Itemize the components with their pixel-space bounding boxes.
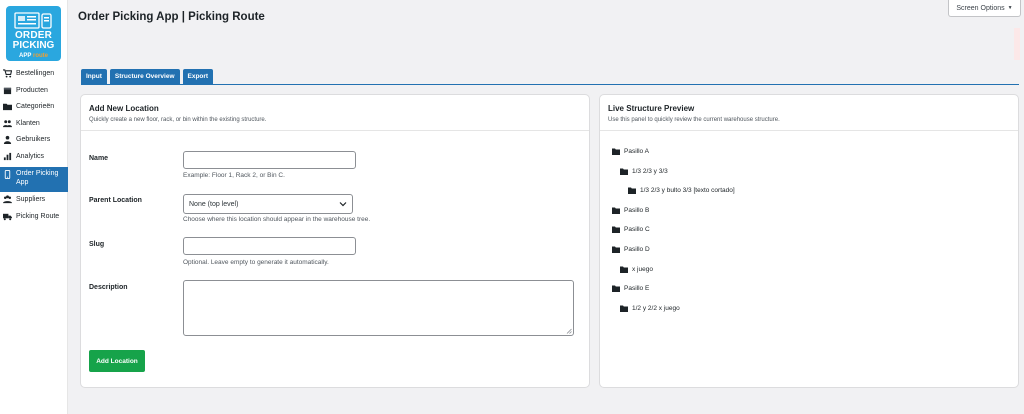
name-input[interactable] bbox=[183, 151, 356, 169]
panel-title: Add New Location bbox=[89, 104, 159, 113]
resize-grip-icon[interactable] bbox=[566, 328, 572, 334]
parent-location-label: Parent Location bbox=[89, 197, 142, 204]
tree-item-label: 1/2 y 2/2 x juego bbox=[632, 304, 680, 312]
menu-label: Suppliers bbox=[16, 196, 46, 203]
screen-options-label: Screen Options bbox=[956, 4, 1005, 12]
parent-location-help: Choose where this location should appear… bbox=[183, 216, 371, 223]
tree-item[interactable]: Pasillo B bbox=[612, 207, 649, 214]
menu-item-bestellingen[interactable]: Bestellingen bbox=[0, 68, 68, 85]
folder-icon bbox=[620, 266, 628, 273]
devices-icon bbox=[14, 12, 52, 29]
menu-item-categorieen[interactable]: Categorieën bbox=[0, 101, 68, 118]
caret-down-icon: ▼ bbox=[1007, 5, 1013, 11]
panel-title: Live Structure Preview bbox=[608, 104, 695, 113]
folder-icon bbox=[620, 168, 628, 175]
menu-item-producten[interactable]: Producten bbox=[0, 85, 68, 102]
parent-location-value: None (top level) bbox=[189, 200, 239, 208]
folder-icon bbox=[612, 148, 620, 155]
tab-export[interactable]: Export bbox=[182, 69, 214, 84]
folder-icon bbox=[3, 102, 12, 111]
logo-line-3: APP route bbox=[18, 53, 48, 59]
add-location-panel: Add New Location Quickly create a new fl… bbox=[80, 94, 590, 388]
tree-item[interactable]: 1/3 2/3 y bulto 3/3 [texto cortado] bbox=[628, 187, 735, 195]
description-textarea[interactable] bbox=[183, 280, 574, 336]
cart-icon bbox=[3, 69, 12, 78]
tree-item[interactable]: Pasillo A bbox=[612, 148, 649, 155]
slug-input[interactable] bbox=[183, 237, 356, 255]
tree-item[interactable]: Pasillo E bbox=[612, 285, 650, 293]
menu-label: Klanten bbox=[16, 119, 40, 127]
tree-item-label: Pasillo D bbox=[624, 246, 650, 253]
tree-item-label: Pasillo B bbox=[624, 206, 650, 214]
phone-icon bbox=[3, 170, 12, 179]
tree-item-label: 1/3 2/3 y 3/3 bbox=[632, 167, 668, 175]
admin-menu: Bestellingen Producten Categorieën Klant… bbox=[0, 68, 68, 227]
folder-icon bbox=[628, 187, 636, 195]
folder-icon bbox=[612, 285, 620, 293]
tab-bar: Input Structure Overview Export bbox=[81, 69, 214, 84]
folder-icon bbox=[620, 305, 628, 312]
menu-label: Order Picking App bbox=[16, 170, 59, 186]
chevron-down-icon bbox=[339, 202, 347, 207]
panel-subtitle: Use this panel to quickly review the cur… bbox=[608, 117, 780, 123]
truck-icon bbox=[3, 212, 12, 221]
menu-label: Categorieën bbox=[16, 103, 55, 110]
tree-item-label: Pasillo C bbox=[624, 226, 650, 234]
tree-item-label: Pasillo E bbox=[624, 285, 650, 293]
screen-options-button[interactable]: Screen Options ▼ bbox=[948, 0, 1021, 17]
menu-item-gebruikers[interactable]: Gebruikers bbox=[0, 134, 68, 151]
tree-item[interactable]: 1/3 2/3 y 3/3 bbox=[620, 168, 668, 175]
slug-help: Optional. Leave empty to generate it aut… bbox=[183, 259, 329, 266]
tree-item[interactable]: Pasillo C bbox=[612, 226, 650, 234]
tab-structure-overview[interactable]: Structure Overview bbox=[109, 69, 180, 84]
tree-item[interactable]: Pasillo D bbox=[612, 246, 650, 253]
app-logo[interactable]: ORDER PICKING APP route bbox=[6, 6, 61, 61]
logo-line-2: PICKING bbox=[12, 40, 55, 51]
panel-header: Live Structure Preview Use this panel to… bbox=[600, 95, 1018, 131]
tree-item-label: Pasillo A bbox=[624, 148, 649, 155]
add-location-button[interactable]: Add Location bbox=[89, 350, 145, 372]
menu-item-analytics[interactable]: Analytics bbox=[0, 151, 68, 168]
tree-item[interactable]: x juego bbox=[620, 266, 653, 273]
menu-item-order-picking-app[interactable]: Order Picking App bbox=[0, 167, 68, 192]
user-icon bbox=[3, 135, 12, 144]
box-icon bbox=[3, 86, 12, 95]
panel-header: Add New Location Quickly create a new fl… bbox=[81, 95, 589, 131]
tree-item-label: x juego bbox=[632, 265, 653, 273]
menu-item-klanten[interactable]: Klanten bbox=[0, 118, 68, 135]
parent-location-select[interactable]: None (top level) bbox=[183, 194, 353, 214]
page-title: Order Picking App | Picking Route bbox=[78, 11, 265, 23]
menu-label: Analytics bbox=[16, 152, 45, 160]
description-label: Description bbox=[89, 284, 128, 291]
folder-icon bbox=[612, 246, 620, 253]
admin-sidebar: ORDER PICKING APP route Bestellingen Pro… bbox=[0, 0, 68, 414]
suppliers-icon bbox=[3, 195, 12, 204]
tree-item-label: 1/3 2/3 y bulto 3/3 [texto cortado] bbox=[640, 187, 735, 195]
name-label: Name bbox=[89, 155, 109, 162]
menu-label: Producten bbox=[16, 86, 48, 94]
menu-item-picking-route[interactable]: Picking Route bbox=[0, 211, 68, 228]
tab-divider bbox=[81, 84, 1019, 85]
menu-label: Gebruikers bbox=[16, 136, 51, 143]
menu-label: Bestellingen bbox=[16, 70, 55, 77]
notice-strip bbox=[1014, 28, 1020, 60]
tab-input[interactable]: Input bbox=[81, 69, 107, 84]
structure-preview-panel: Live Structure Preview Use this panel to… bbox=[599, 94, 1019, 388]
tree-item[interactable]: 1/2 y 2/2 x juego bbox=[620, 305, 680, 312]
slug-label: Slug bbox=[89, 241, 105, 248]
menu-item-suppliers[interactable]: Suppliers bbox=[0, 194, 68, 211]
folder-icon bbox=[612, 226, 620, 234]
bar-chart-icon bbox=[3, 152, 12, 161]
menu-label: Picking Route bbox=[16, 212, 60, 220]
folder-icon bbox=[612, 207, 620, 214]
name-help: Example: Floor 1, Rack 2, or Bin C. bbox=[183, 172, 285, 179]
users-icon bbox=[3, 119, 12, 128]
panel-subtitle: Quickly create a new floor, rack, or bin… bbox=[89, 117, 267, 123]
